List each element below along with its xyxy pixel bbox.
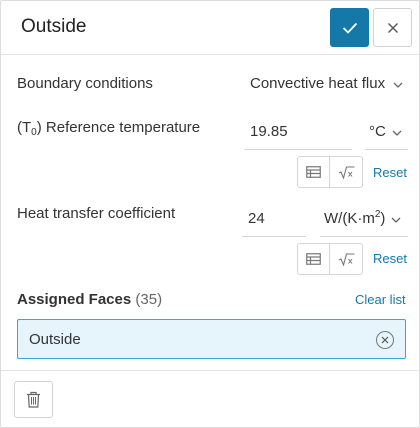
confirm-button[interactable]: [330, 8, 369, 47]
formula-input-button[interactable]: [330, 243, 363, 275]
table-icon: [306, 166, 321, 178]
chevron-down-icon: [392, 130, 402, 136]
table-input-button[interactable]: [297, 156, 330, 188]
boundary-conditions-select[interactable]: Convective heat flux: [244, 63, 408, 103]
temperature-unit-value: °C: [369, 123, 386, 140]
boundary-conditions-value: Convective heat flux: [250, 75, 386, 92]
table-input-button[interactable]: [297, 243, 330, 275]
assigned-faces-title: Assigned Faces (35): [17, 291, 163, 308]
chevron-down-icon: [393, 82, 403, 88]
heat-transfer-coefficient-label: Heat transfer coefficient: [17, 205, 176, 222]
assigned-face-item[interactable]: Outside: [17, 319, 406, 359]
reference-temperature-label: (T0) Reference temperature: [17, 119, 201, 138]
close-icon: [387, 22, 398, 33]
close-button[interactable]: [373, 8, 412, 47]
reset-heat-transfer-link[interactable]: Reset: [373, 251, 407, 266]
heat-transfer-unit-value: W/(K·m2): [324, 209, 386, 227]
check-icon: [342, 22, 357, 34]
panel-title: Outside: [21, 16, 87, 37]
settings-panel: Outside Boundary conditions Convective h…: [0, 0, 420, 428]
boundary-conditions-label: Boundary conditions: [17, 75, 153, 92]
square-root-icon: [338, 252, 354, 266]
assigned-face-label: Outside: [29, 331, 81, 348]
heat-transfer-unit-select[interactable]: W/(K·m2): [320, 199, 408, 237]
panel-header: Outside: [1, 1, 419, 55]
chevron-down-icon: [391, 217, 401, 223]
delete-button[interactable]: [14, 381, 53, 418]
assigned-faces-count: (35): [135, 291, 163, 308]
square-root-icon: [338, 165, 354, 179]
close-icon: [381, 336, 389, 344]
panel-footer: [1, 370, 419, 428]
reference-temperature-input[interactable]: 19.85: [244, 112, 352, 150]
heat-transfer-coefficient-input[interactable]: 24: [242, 199, 306, 237]
table-icon: [306, 253, 321, 265]
clear-list-link[interactable]: Clear list: [355, 292, 406, 307]
trash-icon: [27, 391, 40, 408]
formula-input-button[interactable]: [330, 156, 363, 188]
reset-temperature-link[interactable]: Reset: [373, 165, 407, 180]
temperature-unit-select[interactable]: °C: [365, 112, 408, 150]
remove-face-button[interactable]: [376, 331, 394, 349]
